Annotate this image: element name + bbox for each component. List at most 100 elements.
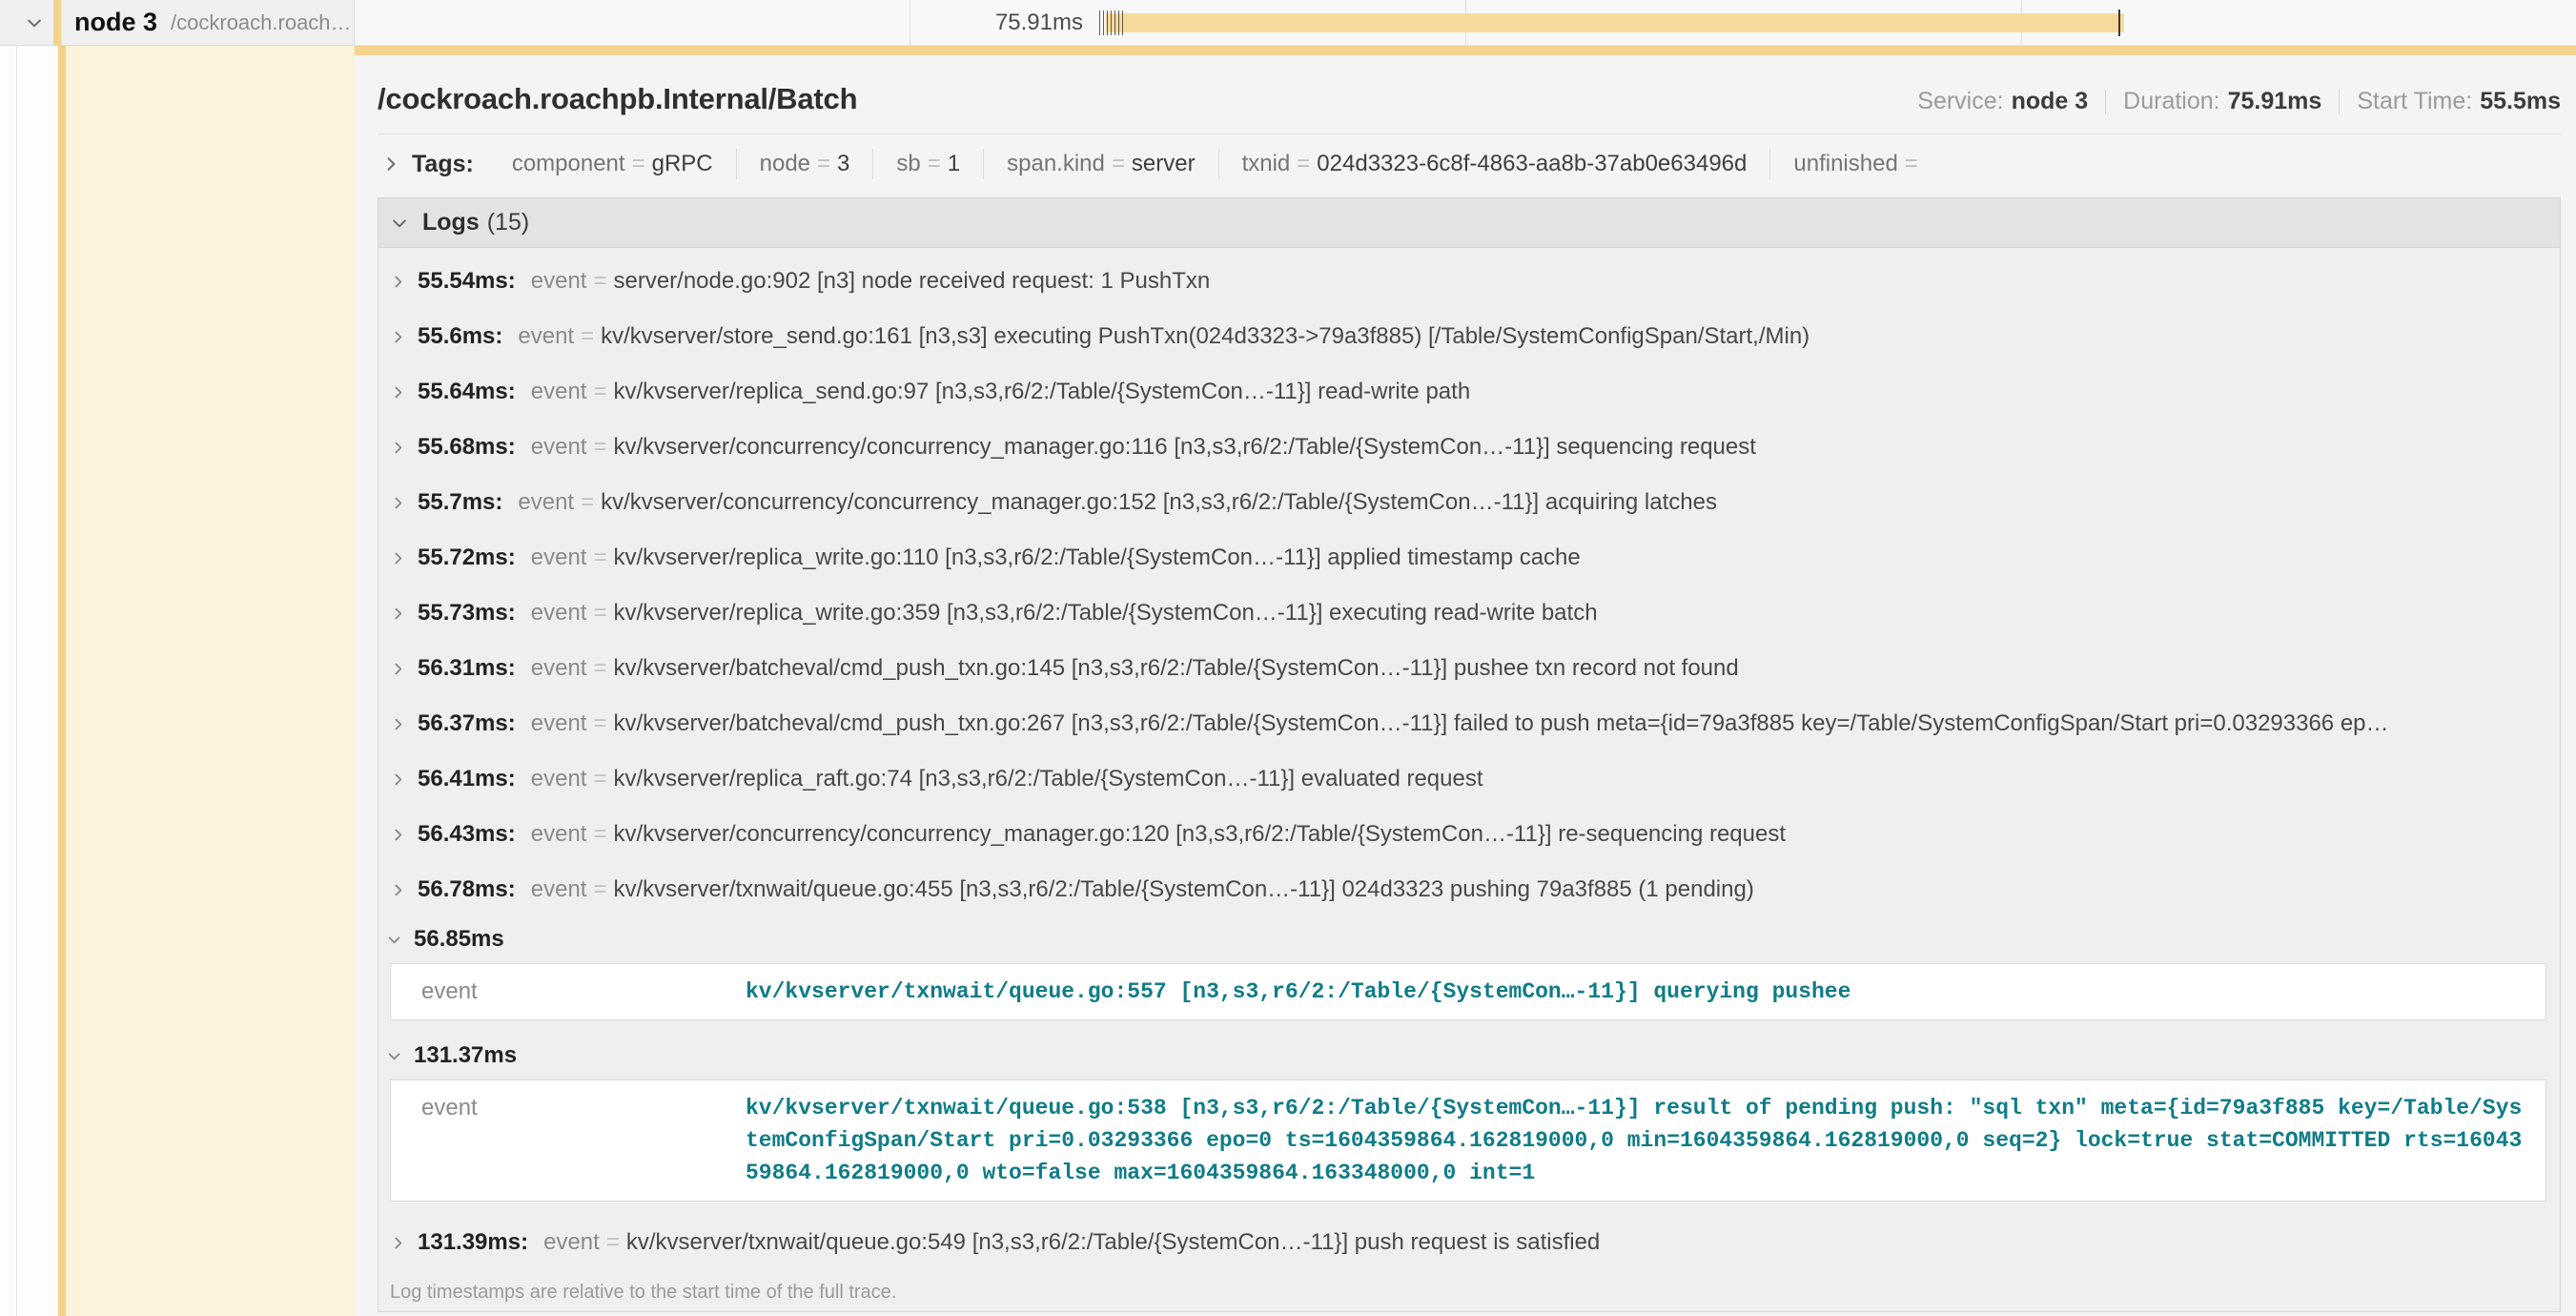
chevron-right-icon[interactable] xyxy=(390,1235,406,1251)
tag-key: txnid xyxy=(1242,151,1291,177)
log-field-key: event xyxy=(518,489,574,516)
tag-value: 1 xyxy=(948,151,960,177)
span-meta: Service: node 3 Duration: 75.91ms Start … xyxy=(1917,88,2561,115)
log-equals: = xyxy=(606,1229,620,1256)
chevron-right-icon[interactable] xyxy=(390,606,406,622)
log-equals: = xyxy=(593,379,606,405)
tag-equals: = xyxy=(632,151,645,177)
service-value: node 3 xyxy=(2012,88,2089,115)
log-row[interactable]: 55.6ms:event=kv/kvserver/store_send.go:1… xyxy=(378,309,2560,364)
duration-label: Duration: xyxy=(2123,88,2219,115)
span-detail-header: /cockroach.roachpb.Internal/Batch Servic… xyxy=(378,55,2561,134)
log-field-key: event xyxy=(531,268,587,295)
chevron-down-icon[interactable] xyxy=(386,1048,402,1064)
log-row[interactable]: 131.39ms:event=kv/kvserver/txnwait/queue… xyxy=(378,1215,2560,1270)
tag-item: span.kind=server xyxy=(983,149,1217,179)
chevron-right-icon[interactable] xyxy=(390,495,406,511)
log-row[interactable]: 55.64ms:event=kv/kvserver/replica_send.g… xyxy=(378,364,2560,420)
log-timestamp: 56.37ms: xyxy=(418,710,516,737)
log-field-key: event xyxy=(531,545,587,571)
tag-equals: = xyxy=(817,151,830,177)
log-row[interactable]: 56.78ms:event=kv/kvserver/txnwait/queue.… xyxy=(378,862,2560,917)
log-marker xyxy=(1103,10,1104,35)
log-row[interactable]: 56.37ms:event=kv/kvserver/batcheval/cmd_… xyxy=(378,696,2560,751)
tags-row[interactable]: Tags: component=gRPCnode=3sb=1span.kind=… xyxy=(378,134,2561,194)
log-equals: = xyxy=(593,876,606,903)
log-marker xyxy=(1099,10,1100,35)
log-timestamp: 131.37ms xyxy=(414,1042,517,1069)
log-row[interactable]: 56.41ms:event=kv/kvserver/replica_raft.g… xyxy=(378,751,2560,807)
log-field-key: event xyxy=(531,434,587,461)
log-timestamp: 55.68ms: xyxy=(418,434,516,461)
span-duration-bar[interactable] xyxy=(1106,13,2124,32)
logs-header[interactable]: Logs (15) xyxy=(378,198,2560,248)
log-row[interactable]: 56.43ms:event=kv/kvserver/concurrency/co… xyxy=(378,807,2560,862)
log-timestamp: 56.41ms: xyxy=(418,766,516,792)
log-equals: = xyxy=(593,268,606,295)
chevron-right-icon[interactable] xyxy=(381,154,400,174)
service-label: Service: xyxy=(1917,88,2003,115)
log-field-value: kv/kvserver/concurrency/concurrency_mana… xyxy=(613,821,1786,848)
log-row[interactable]: 55.73ms:event=kv/kvserver/replica_write.… xyxy=(378,586,2560,641)
chevron-right-icon[interactable] xyxy=(390,771,406,788)
chevron-right-icon[interactable] xyxy=(390,274,406,290)
chevron-right-icon[interactable] xyxy=(390,384,406,401)
log-row-expanded-header[interactable]: 131.37ms xyxy=(378,1034,2560,1078)
log-field-key: event xyxy=(421,1092,746,1189)
log-timestamp: 55.72ms: xyxy=(418,545,516,571)
log-field-value: kv/kvserver/replica_send.go:97 [n3,s3,r6… xyxy=(613,379,1470,405)
chevron-right-icon[interactable] xyxy=(390,329,406,345)
separator xyxy=(2339,90,2340,114)
tag-equals: = xyxy=(928,151,941,177)
log-timestamp: 131.39ms: xyxy=(418,1229,528,1256)
tag-equals: = xyxy=(1297,151,1310,177)
tag-key: sb xyxy=(896,151,920,177)
selected-span-row-highlight xyxy=(58,46,355,1316)
tag-value: server xyxy=(1132,151,1196,177)
span-duration-label: 75.91ms xyxy=(355,0,1083,46)
log-row[interactable]: 55.7ms:event=kv/kvserver/concurrency/con… xyxy=(378,475,2560,530)
chevron-down-icon[interactable] xyxy=(25,13,44,32)
logs-section: Logs (15) 55.54ms:event=server/node.go:9… xyxy=(378,197,2561,1312)
log-row[interactable]: 55.68ms:event=kv/kvserver/concurrency/co… xyxy=(378,420,2560,475)
chevron-right-icon[interactable] xyxy=(390,882,406,898)
span-color-strip xyxy=(53,0,61,45)
span-row: node 3 /cockroach.roach… 75.91ms xyxy=(0,0,2576,46)
log-marker xyxy=(1122,10,1123,35)
log-equals: = xyxy=(593,710,606,737)
log-row[interactable]: 55.54ms:event=server/node.go:902 [n3] no… xyxy=(378,254,2560,309)
chevron-down-icon[interactable] xyxy=(390,214,409,233)
span-name-cell[interactable]: node 3 /cockroach.roach… xyxy=(0,0,355,46)
logs-footer: Log timestamps are relative to the start… xyxy=(378,1270,2560,1311)
log-field-key: event xyxy=(421,976,746,1008)
log-field-value: kv/kvserver/txnwait/queue.go:455 [n3,s3,… xyxy=(613,876,1753,903)
tag-value: 024d3323-6c8f-4863-aa8b-37ab0e63496d xyxy=(1317,151,1747,177)
tags-label: Tags: xyxy=(412,151,474,178)
log-equals: = xyxy=(593,434,606,461)
log-field-value: kv/kvserver/txnwait/queue.go:549 [n3,s3,… xyxy=(626,1229,1600,1256)
log-field-value: kv/kvserver/replica_write.go:359 [n3,s3,… xyxy=(613,600,1597,627)
chevron-right-icon[interactable] xyxy=(390,661,406,677)
tag-key: unfinished xyxy=(1793,151,1897,177)
tag-item: node=3 xyxy=(736,149,873,179)
log-timestamp: 56.78ms: xyxy=(418,876,516,903)
chevron-right-icon[interactable] xyxy=(390,716,406,732)
log-field-value: kv/kvserver/txnwait/queue.go:538 [n3,s3,… xyxy=(746,1092,2523,1189)
log-field-value: kv/kvserver/batcheval/cmd_push_txn.go:26… xyxy=(613,710,2388,737)
log-row[interactable]: 55.72ms:event=kv/kvserver/replica_write.… xyxy=(378,530,2560,586)
log-row[interactable]: 56.31ms:event=kv/kvserver/batcheval/cmd_… xyxy=(378,641,2560,696)
log-equals: = xyxy=(581,489,594,516)
log-field-value: kv/kvserver/replica_write.go:110 [n3,s3,… xyxy=(613,545,1580,571)
start-time-value: 55.5ms xyxy=(2480,88,2561,115)
log-timestamp: 55.54ms: xyxy=(418,268,516,295)
chevron-right-icon[interactable] xyxy=(390,440,406,456)
span-timeline[interactable]: 75.91ms xyxy=(355,0,2576,46)
log-field-key: event xyxy=(531,655,587,682)
log-timestamp: 56.85ms xyxy=(414,926,504,953)
chevron-right-icon[interactable] xyxy=(390,550,406,566)
span-detail-panel: /cockroach.roachpb.Internal/Batch Servic… xyxy=(355,46,2576,1316)
log-row-expanded-header[interactable]: 56.85ms xyxy=(378,917,2560,961)
chevron-down-icon[interactable] xyxy=(386,932,402,948)
log-equals: = xyxy=(593,655,606,682)
chevron-right-icon[interactable] xyxy=(390,827,406,843)
